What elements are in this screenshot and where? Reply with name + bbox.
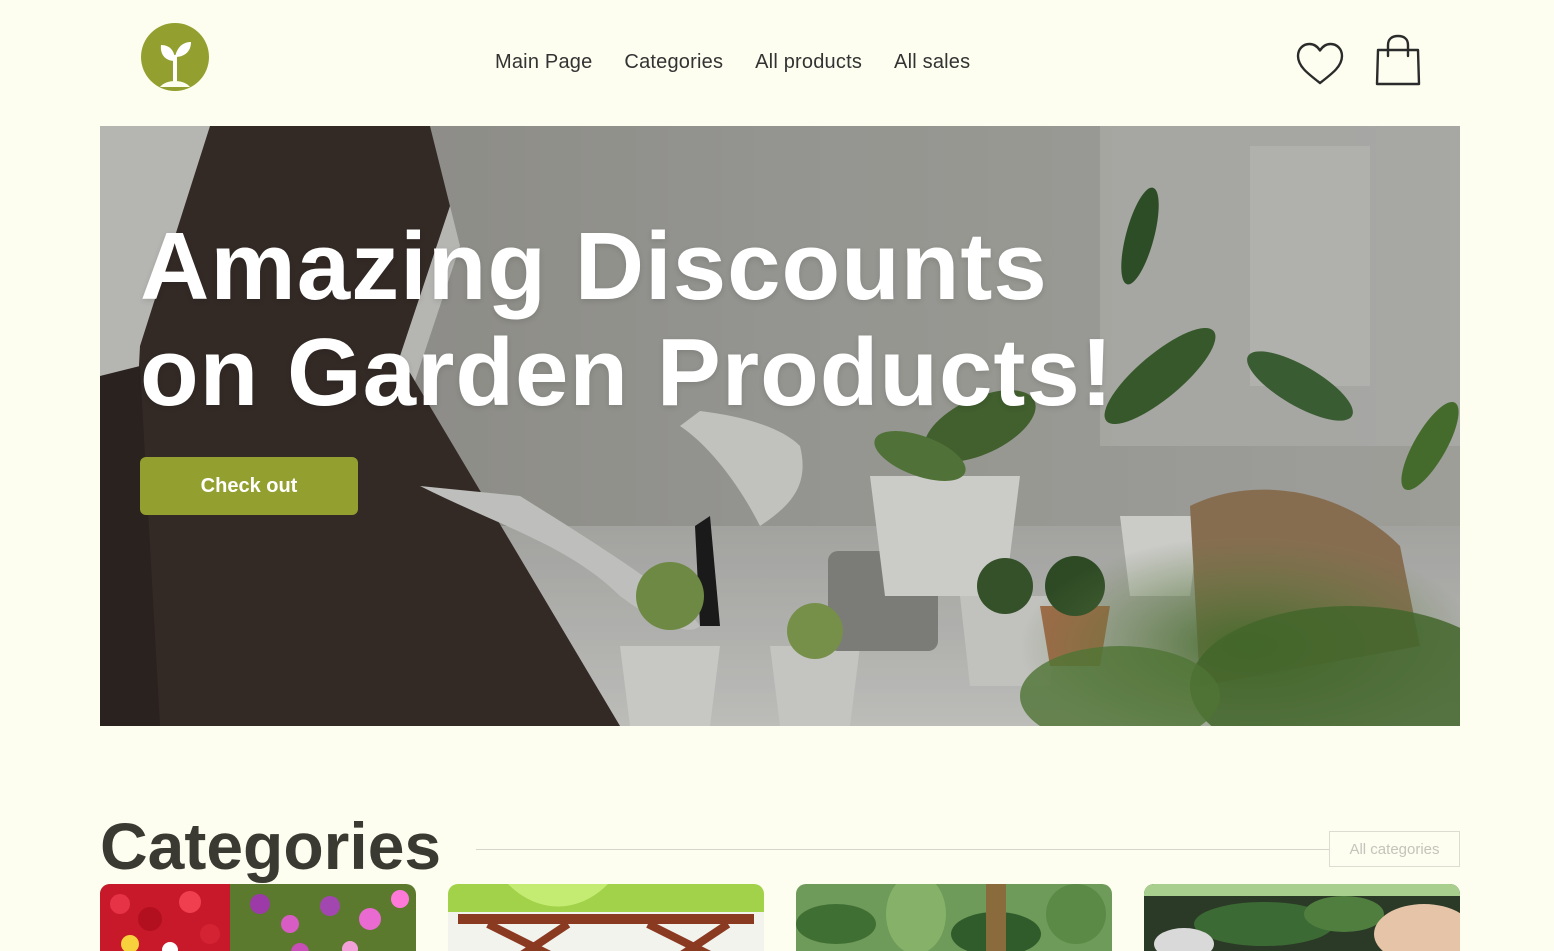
flower-bed-image (100, 884, 416, 951)
sprout-logo-icon[interactable] (140, 23, 210, 91)
shopping-bag-icon[interactable] (1374, 34, 1422, 86)
hero-title-line-2: on Garden Products! (140, 319, 1114, 426)
all-categories-button[interactable]: All categories (1329, 831, 1460, 867)
nav-all-products[interactable]: All products (755, 48, 862, 76)
hero-banner: Amazing Discounts on Garden Products! Ch… (100, 126, 1460, 726)
main-nav: Main Page Categories All products All sa… (495, 48, 970, 76)
category-card-garden-structures[interactable] (448, 884, 764, 951)
tropical-plants-image (796, 884, 1112, 951)
hero-title: Amazing Discounts on Garden Products! (140, 214, 1340, 426)
potted-plant-image (1144, 884, 1460, 951)
site-header: Main Page Categories All products All sa… (0, 0, 1554, 126)
nav-main-page[interactable]: Main Page (495, 48, 592, 76)
categories-heading: Categories (100, 809, 442, 883)
category-card-flowers[interactable] (100, 884, 416, 951)
hero-title-line-1: Amazing Discounts (140, 213, 1048, 320)
category-card-planting[interactable] (1144, 884, 1460, 951)
check-out-button[interactable]: Check out (140, 457, 358, 515)
section-divider (476, 849, 1329, 850)
heart-icon[interactable] (1296, 42, 1344, 86)
nav-categories[interactable]: Categories (624, 48, 723, 76)
category-card-plants[interactable] (796, 884, 1112, 951)
nav-all-sales[interactable]: All sales (894, 48, 970, 76)
garden-pergola-image (448, 884, 764, 951)
